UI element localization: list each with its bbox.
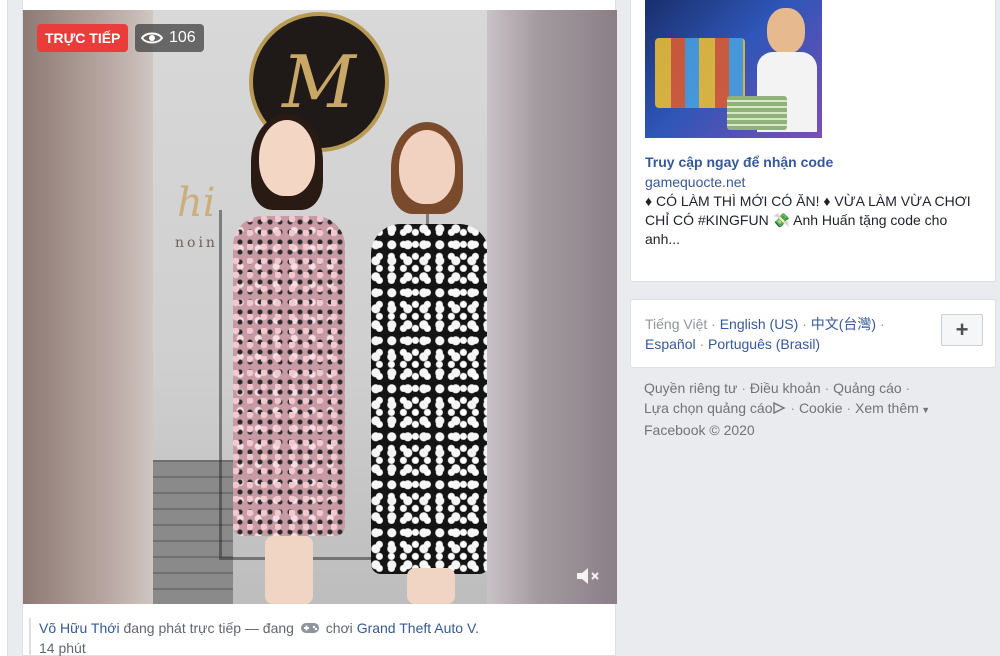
video-blur-left	[23, 10, 153, 604]
left-column-edge	[0, 0, 8, 656]
video-frame: M hi noin	[153, 10, 487, 604]
footer-advertising-link[interactable]: Quảng cáo	[833, 380, 902, 396]
viewer-count-badge: 106	[135, 24, 204, 52]
live-caption: Võ Hữu Thới đang phát trực tiếp — đang c…	[29, 618, 589, 656]
language-selector: Tiếng Việt · English (US) · 中文(台灣) · Esp…	[630, 299, 996, 368]
copyright: Facebook © 2020	[644, 422, 755, 438]
plus-icon: +	[955, 317, 969, 342]
ad-body: ♦ CÓ LÀM THÌ MỚI CÓ ĂN! ♦ VỪA LÀM VỪA CH…	[645, 193, 971, 247]
ad-domain[interactable]: gamequocte.net	[645, 174, 745, 190]
language-current: Tiếng Việt	[645, 316, 708, 332]
brand-script: hi	[177, 180, 216, 226]
language-link-spanish[interactable]: Español	[645, 336, 696, 352]
language-list: Tiếng Việt · English (US) · 中文(台灣) · Esp…	[645, 316, 885, 352]
mute-icon[interactable]	[575, 564, 603, 588]
post-time[interactable]: 14 phút	[39, 640, 86, 656]
footer-cookies-link[interactable]: Cookie	[799, 400, 843, 416]
live-badge: TRỰC TIẾP	[37, 24, 129, 52]
add-language-button[interactable]: +	[941, 314, 983, 346]
language-link-chinese[interactable]: 中文(台灣)	[811, 316, 876, 332]
sponsored-ad[interactable]: Truy cập ngay để nhận code gamequocte.ne…	[630, 0, 996, 282]
game-controller-icon	[300, 623, 319, 633]
logo-letter: M	[282, 40, 356, 124]
adchoices-icon[interactable]	[772, 402, 787, 414]
caret-down-icon[interactable]: ▼	[919, 405, 930, 415]
live-video-post: M hi noin TRỰC TIẾP 106 Võ Hữu Thới đang…	[22, 0, 617, 656]
language-link-english[interactable]: English (US)	[720, 316, 799, 332]
footer-adchoices-link[interactable]: Lựa chọn quảng cáo	[644, 400, 772, 416]
caption-verb: chơi	[325, 620, 353, 636]
footer-terms-link[interactable]: Điều khoản	[750, 380, 821, 396]
brand-text: noin	[175, 235, 218, 251]
footer-more-link[interactable]: Xem thêm	[855, 400, 919, 416]
ad-image-cash	[727, 96, 787, 130]
live-video-player[interactable]: M hi noin TRỰC TIẾP 106	[23, 10, 617, 604]
ad-title[interactable]: Truy cập ngay để nhận code	[645, 154, 833, 170]
footer-privacy-link[interactable]: Quyền riêng tư	[644, 380, 737, 396]
person-left	[223, 114, 353, 604]
ad-image[interactable]	[645, 0, 822, 138]
eye-icon	[141, 32, 163, 44]
game-link[interactable]: Grand Theft Auto V.	[357, 620, 479, 636]
author-link[interactable]: Võ Hữu Thới	[39, 620, 120, 636]
viewer-count: 106	[169, 29, 196, 46]
footer-links: Quyền riêng tư · Điều khoản · Quảng cáo …	[644, 380, 931, 438]
caption-action: đang phát trực tiếp — đang	[123, 620, 294, 636]
language-link-portuguese[interactable]: Português (Brasil)	[708, 336, 820, 352]
person-right	[367, 122, 487, 604]
video-blur-right	[487, 10, 617, 604]
